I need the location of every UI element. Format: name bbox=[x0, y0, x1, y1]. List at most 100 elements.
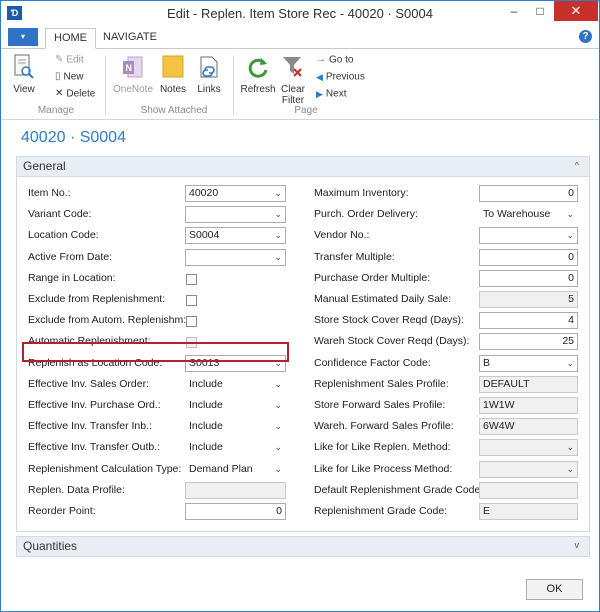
location-code-field[interactable]: S0004 ⌄ bbox=[185, 227, 286, 245]
exclude-from-replenishment-checkbox[interactable] bbox=[186, 295, 197, 306]
help-icon[interactable]: ? bbox=[579, 30, 592, 43]
location-code-label: Location Code: bbox=[28, 229, 99, 242]
general-fasttab-header[interactable]: General ^ bbox=[16, 156, 590, 177]
replenishment-sales-profile-value: DEFAULT bbox=[483, 377, 530, 390]
replenishment-grade-code-value: E bbox=[483, 505, 491, 517]
ribbon: View ✎ Edit ▯ New ✕ Delete Manage N OneNote bbox=[1, 48, 599, 120]
replen-data-profile-label: Replen. Data Profile: bbox=[28, 483, 125, 496]
tab-home[interactable]: HOME bbox=[45, 28, 96, 49]
clear-filter-button[interactable]: Clear Filter bbox=[278, 54, 308, 106]
links-button[interactable]: Links bbox=[194, 54, 224, 95]
group-label-manage: Manage bbox=[37, 105, 75, 116]
new-button[interactable]: ▯ New bbox=[55, 69, 84, 85]
item-no-field[interactable]: 40020 ⌄ bbox=[185, 185, 286, 202]
chevron-down-icon[interactable]: ⌄ bbox=[566, 440, 574, 455]
next-button[interactable]: ▶ Next bbox=[316, 86, 346, 102]
confidence-factor-code-field[interactable]: B ⌄ bbox=[479, 354, 578, 372]
close-button[interactable]: ✕ bbox=[554, 1, 598, 21]
chevron-down-icon[interactable]: ⌄ bbox=[274, 462, 282, 477]
replenishment-calculation-type-field[interactable]: Demand Plan ⌄ bbox=[185, 461, 286, 478]
chevron-up-icon[interactable]: ^ bbox=[575, 160, 579, 170]
delete-label: Delete bbox=[66, 88, 96, 100]
purchase-order-multiple-field[interactable]: 0 bbox=[479, 269, 578, 287]
notes-button[interactable]: Notes bbox=[158, 54, 188, 95]
previous-button[interactable]: ◀ Previous bbox=[316, 69, 365, 85]
effective-inv-sales-order-field[interactable]: Include ⌄ bbox=[185, 376, 286, 393]
chevron-down-icon[interactable]: ⌄ bbox=[274, 186, 282, 201]
variant-code-label: Variant Code: bbox=[28, 208, 92, 221]
goto-button[interactable]: → Go to bbox=[316, 52, 353, 68]
delete-button[interactable]: ✕ Delete bbox=[55, 86, 95, 102]
previous-label: Previous bbox=[325, 71, 365, 83]
chevron-down-icon[interactable]: ⌄ bbox=[274, 377, 282, 392]
manual-estimated-daily-sale-label: Manual Estimated Daily Sale: bbox=[314, 293, 452, 305]
effective-inv-transfer-inb-field[interactable]: Include ⌄ bbox=[185, 418, 286, 435]
app-menu-button[interactable]: ▾ bbox=[8, 28, 38, 46]
variant-code-field[interactable]: ⌄ bbox=[185, 206, 286, 224]
chevron-down-icon[interactable]: ⌄ bbox=[566, 207, 574, 222]
effective-inv-purchase-ord-value: Include bbox=[189, 399, 223, 411]
window: Ɗ Edit - Replen. Item Store Rec - 40020 … bbox=[0, 0, 600, 612]
group-separator bbox=[105, 55, 106, 115]
reorder-point-label: Reorder Point: bbox=[28, 505, 96, 517]
chevron-down-icon[interactable]: ⌄ bbox=[566, 356, 574, 371]
quantities-fasttab-header[interactable]: Quantities v bbox=[16, 536, 590, 557]
active-from-date-field[interactable]: ⌄ bbox=[185, 248, 286, 266]
links-label: Links bbox=[197, 84, 221, 95]
tab-navigate[interactable]: NAVIGATE bbox=[95, 28, 165, 47]
ok-button[interactable]: OK bbox=[526, 579, 583, 600]
exclude-from-autom-replenishm-checkbox[interactable] bbox=[186, 316, 197, 328]
vendor-no-field[interactable]: ⌄ bbox=[479, 227, 578, 245]
maximize-button[interactable]: □ bbox=[527, 1, 553, 21]
purch-order-delivery-field[interactable]: To Warehouse ⌄ bbox=[479, 206, 578, 223]
arrow-right-icon: → bbox=[316, 54, 326, 65]
chevron-down-icon[interactable]: ⌄ bbox=[274, 228, 282, 243]
effective-inv-transfer-inb-label: Effective Inv. Transfer Inb.: bbox=[28, 420, 152, 433]
store-forward-sales-profile-field: 1W1W bbox=[479, 397, 578, 414]
replenishment-calculation-type-value: Demand Plan bbox=[189, 462, 253, 475]
wareh-stock-cover-reqd-days-value: 25 bbox=[562, 335, 574, 348]
view-button[interactable]: View bbox=[7, 54, 41, 95]
chevron-down-icon[interactable]: ⌄ bbox=[566, 228, 574, 243]
minimize-button[interactable]: – bbox=[501, 1, 527, 21]
chevron-down-icon[interactable]: ⌄ bbox=[274, 207, 282, 222]
chevron-down-icon[interactable]: v bbox=[575, 540, 580, 550]
chevron-down-icon[interactable]: ⌄ bbox=[274, 419, 282, 434]
effective-inv-transfer-outb-field[interactable]: Include ⌄ bbox=[185, 439, 286, 456]
edit-button[interactable]: ✎ Edit bbox=[55, 52, 84, 68]
view-icon bbox=[14, 54, 34, 79]
group-label-show-attached: Show Attached bbox=[140, 105, 208, 116]
chevron-down-icon[interactable]: ⌄ bbox=[274, 440, 282, 455]
clear-filter-icon bbox=[283, 57, 302, 77]
effective-inv-purchase-ord-field[interactable]: Include ⌄ bbox=[185, 397, 286, 414]
transfer-multiple-field[interactable]: 0 bbox=[479, 248, 578, 266]
page-title: 40020 · S0004 bbox=[21, 129, 126, 146]
edit-label: Edit bbox=[66, 54, 84, 66]
chevron-down-icon[interactable]: ⌄ bbox=[274, 398, 282, 413]
reorder-point-field[interactable]: 0 bbox=[185, 503, 286, 520]
new-document-icon: ▯ bbox=[55, 71, 61, 82]
chevron-down-icon[interactable]: ⌄ bbox=[566, 462, 574, 477]
clear-filter-label-1: Clear bbox=[281, 84, 305, 95]
notes-icon bbox=[162, 55, 184, 78]
range-in-location-checkbox[interactable] bbox=[186, 273, 197, 285]
purch-order-delivery-value: To Warehouse bbox=[483, 208, 551, 221]
onenote-button[interactable]: N OneNote bbox=[111, 54, 155, 95]
title-bar: Ɗ Edit - Replen. Item Store Rec - 40020 … bbox=[1, 1, 599, 25]
maximum-inventory-value: 0 bbox=[568, 187, 574, 199]
wareh-stock-cover-reqd-days-field[interactable]: 25 bbox=[479, 333, 578, 351]
refresh-button[interactable]: Refresh bbox=[239, 54, 277, 95]
purchase-order-multiple-label: Purchase Order Multiple: bbox=[314, 271, 431, 284]
highlight-box bbox=[22, 342, 289, 362]
like-for-like-process-method-label: Like for Like Process Method: bbox=[314, 462, 453, 475]
purchase-order-multiple-value: 0 bbox=[568, 271, 574, 284]
exclude-from-replenishment-label: Exclude from Replenishment: bbox=[28, 293, 166, 305]
store-stock-cover-reqd-days-field[interactable]: 4 bbox=[479, 312, 578, 330]
default-replenishment-grade-code-field bbox=[479, 481, 578, 499]
notes-label: Notes bbox=[159, 84, 187, 95]
maximum-inventory-field[interactable]: 0 bbox=[479, 185, 578, 202]
location-code-value: S0004 bbox=[189, 229, 220, 242]
chevron-down-icon[interactable]: ⌄ bbox=[274, 250, 282, 265]
triangle-left-icon: ◀ bbox=[316, 72, 323, 82]
group-label-page: Page bbox=[294, 105, 318, 116]
